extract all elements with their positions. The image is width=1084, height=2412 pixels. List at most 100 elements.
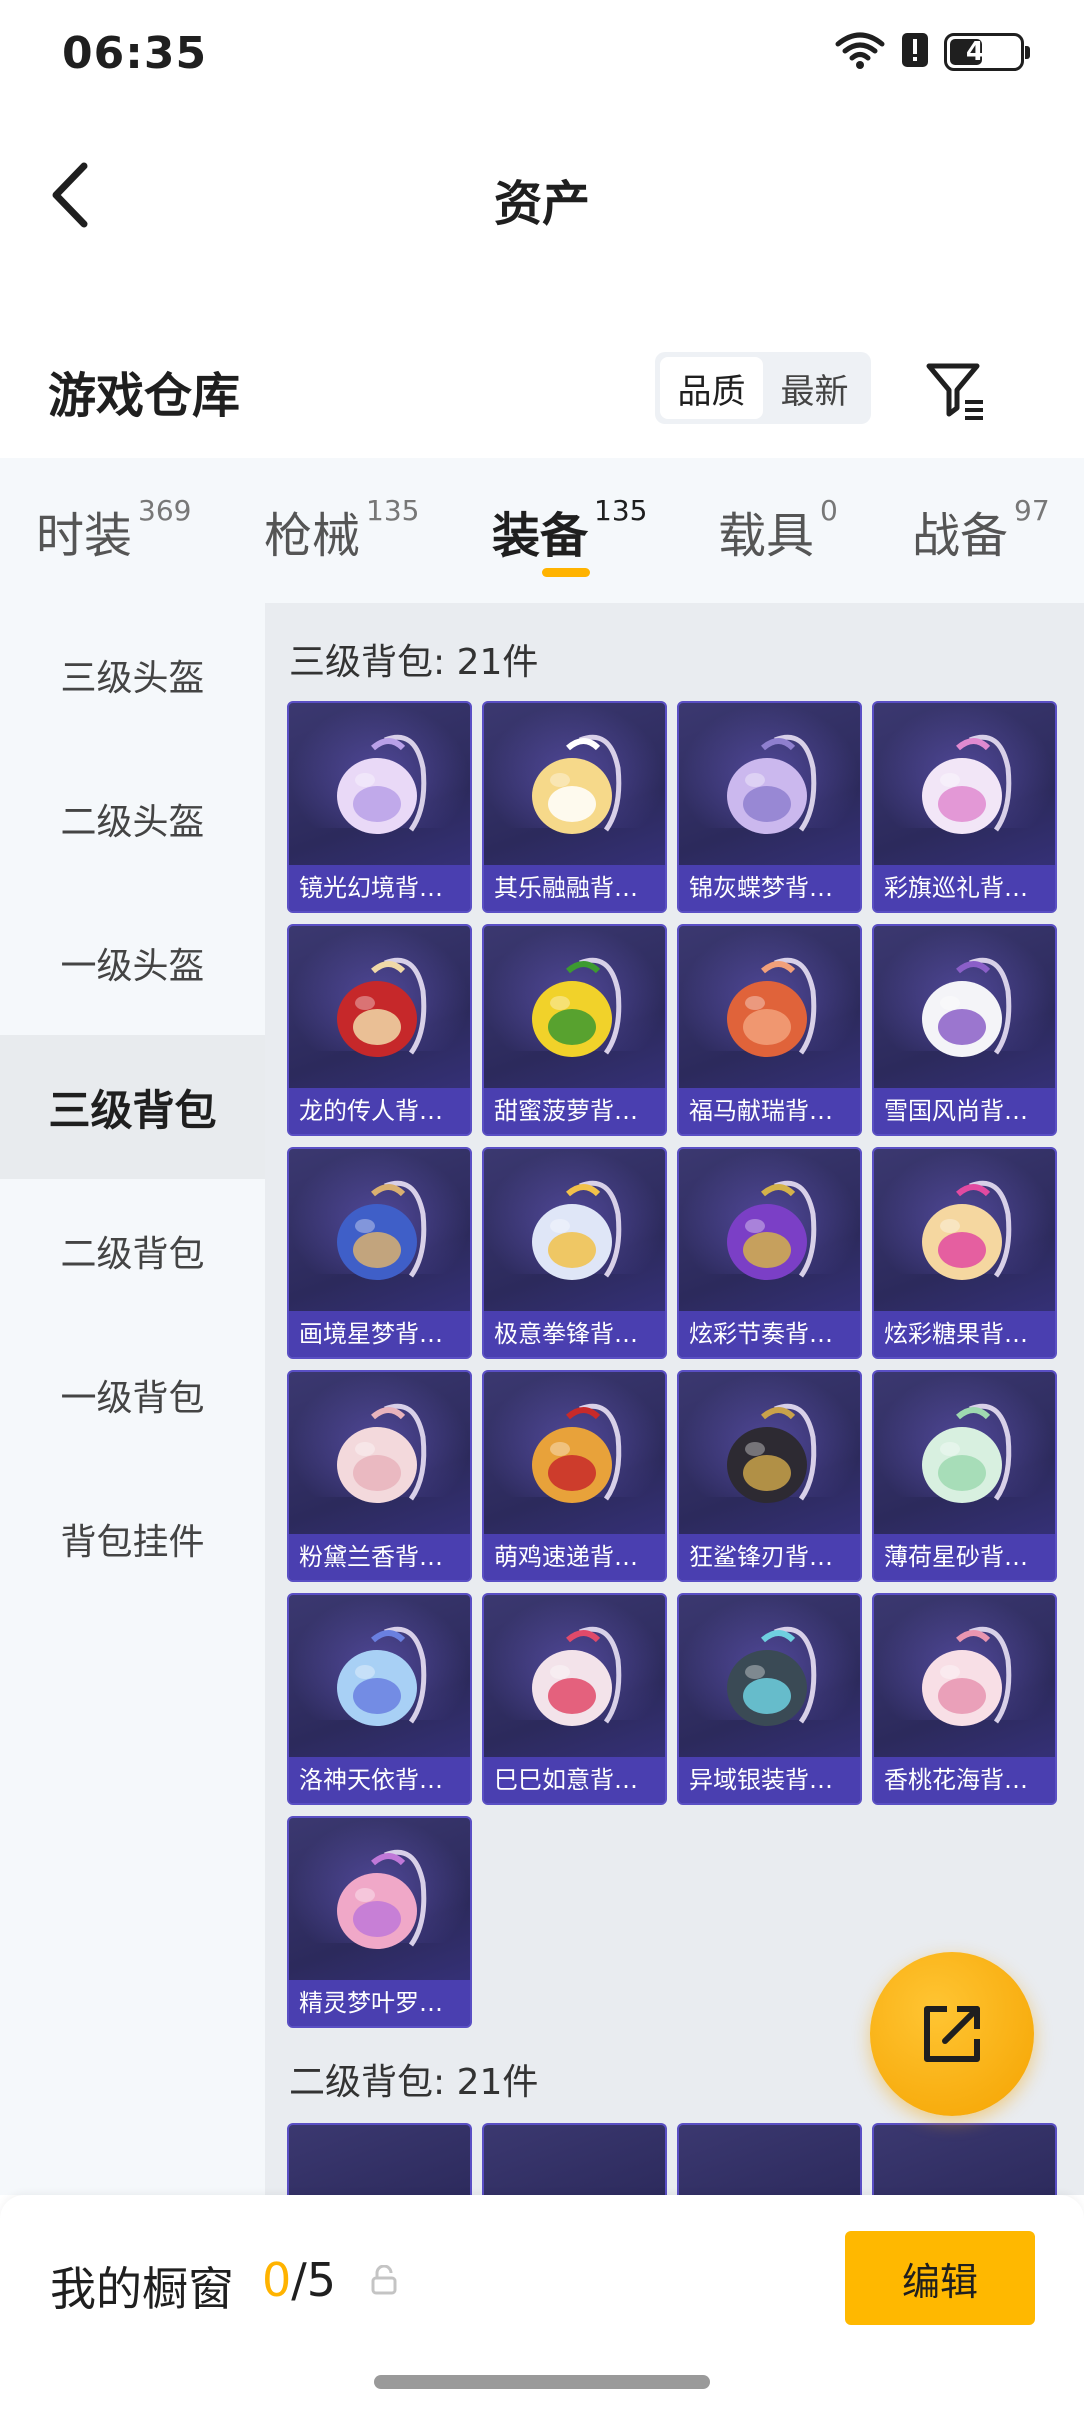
backpack-icon [874, 936, 1055, 1076]
item-grid: 镜光幻境背… 其乐融融背… 锦灰蝶梦背… 彩旗巡礼背… 龙的传人背… 甜蜜菠萝背… 福马献瑞… [287, 701, 1057, 2028]
item-card[interactable]: 福马献瑞背… [677, 924, 862, 1136]
item-name: 狂鲨锋刃背… [679, 1534, 860, 1580]
item-name: 精灵梦叶罗… [289, 1980, 470, 2026]
item-card[interactable]: 炫彩节奏背… [677, 1147, 862, 1359]
item-card[interactable]: 甜蜜菠萝背… [482, 924, 667, 1136]
page-title: 资产 [493, 176, 590, 232]
tab-equipment[interactable]: 装备 135 [492, 494, 647, 566]
tab-count: 0 [820, 494, 838, 527]
item-card[interactable]: 狂鲨锋刃背… [677, 1370, 862, 1582]
battery-icon: 43 [944, 33, 1030, 71]
item-card[interactable]: 彩旗巡礼背… [872, 701, 1057, 913]
active-tab-indicator [542, 568, 590, 577]
tab-vehicles[interactable]: 载具 0 [718, 494, 838, 566]
item-card[interactable]: 锦灰蝶梦背… [677, 701, 862, 913]
item-name: 香桃花海背… [874, 1757, 1055, 1803]
item-card[interactable]: 镜光幻境背… [287, 701, 472, 913]
item-card[interactable]: 巳巳如意背… [482, 1593, 667, 1805]
sort-toggle: 品质 最新 [655, 352, 871, 424]
item-name: 甜蜜菠萝背… [484, 1088, 665, 1134]
item-name: 福马献瑞背… [679, 1088, 860, 1134]
backpack-icon [679, 936, 860, 1076]
sort-quality-button[interactable]: 品质 [660, 357, 763, 419]
sidebar-item[interactable]: 二级头盔 [0, 747, 265, 891]
item-name: 其乐融融背… [484, 865, 665, 911]
item-name: 炫彩节奏背… [679, 1311, 860, 1357]
item-card[interactable]: 画境星梦背… [287, 1147, 472, 1359]
item-name: 彩旗巡礼背… [874, 865, 1055, 911]
tab-label: 时装 [36, 508, 133, 564]
backpack-icon [679, 1382, 860, 1522]
item-name: 异域银装背… [679, 1757, 860, 1803]
sidebar-item[interactable]: 一级头盔 [0, 891, 265, 1035]
warehouse-title: 游戏仓库 [48, 368, 241, 424]
item-name: 巳巳如意背… [484, 1757, 665, 1803]
tab-fashion[interactable]: 时装 369 [36, 494, 192, 566]
showcase-current: 0 [262, 2253, 292, 2307]
item-card[interactable] [677, 2123, 862, 2195]
status-icons: 43 [834, 30, 1030, 74]
item-card[interactable]: 龙的传人背… [287, 924, 472, 1136]
item-name: 萌鸡速递背… [484, 1534, 665, 1580]
item-card[interactable]: 萌鸡速递背… [482, 1370, 667, 1582]
tab-count: 369 [138, 494, 192, 527]
item-card[interactable]: 异域银装背… [677, 1593, 862, 1805]
backpack-icon [289, 1382, 470, 1522]
status-time: 06:35 [62, 28, 208, 79]
item-name: 粉黛兰香背… [289, 1534, 470, 1580]
item-grid-partial [287, 2123, 1057, 2195]
filter-button[interactable] [920, 350, 990, 430]
item-card[interactable]: 洛神天依背… [287, 1593, 472, 1805]
backpack-icon [679, 1605, 860, 1745]
tab-supplies[interactable]: 战备 97 [912, 494, 1050, 566]
nav-bar: 资产 [0, 130, 1084, 260]
item-card[interactable]: 粉黛兰香背… [287, 1370, 472, 1582]
item-card[interactable]: 香桃花海背… [872, 1593, 1057, 1805]
tab-label: 装备 [492, 508, 589, 564]
status-bar: 06:35 43 [0, 0, 1084, 110]
backpack-icon [874, 1382, 1055, 1522]
edit-button[interactable]: 编辑 [845, 2231, 1035, 2325]
item-card[interactable]: 炫彩糖果背… [872, 1147, 1057, 1359]
item-card[interactable]: 其乐融融背… [482, 701, 667, 913]
sidebar-item[interactable]: 三级背包 [0, 1035, 265, 1179]
share-icon [924, 2006, 980, 2062]
backpack-icon [289, 936, 470, 1076]
showcase-count: 0/5 [262, 2253, 336, 2307]
share-button[interactable] [870, 1952, 1034, 2116]
battery-level: 43 [965, 37, 1003, 67]
lock-icon [370, 2264, 398, 2299]
sidebar-item[interactable]: 一级背包 [0, 1323, 265, 1467]
item-card[interactable] [482, 2123, 667, 2195]
item-card[interactable] [287, 2123, 472, 2195]
backpack-icon [289, 1828, 470, 1968]
item-card[interactable]: 精灵梦叶罗… [287, 1816, 472, 2028]
item-name: 镜光幻境背… [289, 865, 470, 911]
showcase-label: 我的橱窗 [50, 2262, 234, 2316]
item-name: 画境星梦背… [289, 1311, 470, 1357]
backpack-icon [484, 1382, 665, 1522]
bottom-bar: 我的橱窗 0/5 编辑 [0, 2195, 1084, 2412]
home-indicator[interactable] [374, 2375, 710, 2389]
tab-count: 135 [366, 494, 420, 527]
sidebar-item[interactable]: 背包挂件 [0, 1467, 265, 1611]
item-name: 炫彩糖果背… [874, 1311, 1055, 1357]
group-title: 三级背包: 21件 [289, 642, 539, 683]
tab-count: 97 [1014, 494, 1050, 527]
showcase-total: /5 [291, 2253, 337, 2307]
section-header: 游戏仓库 品质 最新 [0, 330, 1084, 450]
item-card[interactable]: 薄荷星砂背… [872, 1370, 1057, 1582]
sidebar-item[interactable]: 三级头盔 [0, 603, 265, 747]
item-card[interactable] [872, 2123, 1057, 2195]
tab-firearms[interactable]: 枪械 135 [264, 494, 420, 566]
sort-latest-button[interactable]: 最新 [763, 357, 866, 419]
backpack-icon [874, 1605, 1055, 1745]
sidebar-item[interactable]: 二级背包 [0, 1179, 265, 1323]
item-name: 极意拳锋背… [484, 1311, 665, 1357]
item-name: 雪国风尚背… [874, 1088, 1055, 1134]
item-card[interactable]: 极意拳锋背… [482, 1147, 667, 1359]
sidebar: 三级头盔 二级头盔 一级头盔 三级背包 二级背包 一级背包 背包挂件 [0, 603, 265, 2195]
item-name: 洛神天依背… [289, 1757, 470, 1803]
alert-icon [900, 30, 930, 74]
item-card[interactable]: 雪国风尚背… [872, 924, 1057, 1136]
